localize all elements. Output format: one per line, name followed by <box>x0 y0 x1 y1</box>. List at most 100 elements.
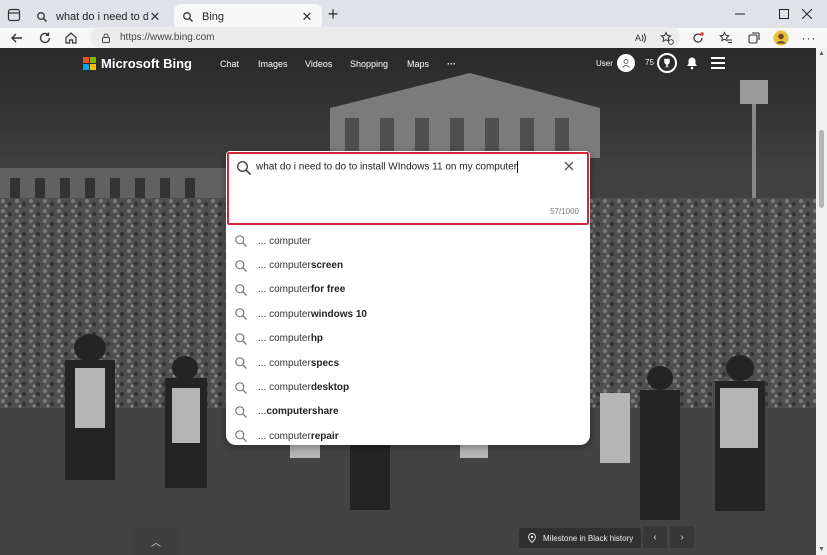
refresh-page-icon <box>693 32 704 43</box>
suggestion-list: ... computer ... computer screen ... com… <box>226 229 590 449</box>
suggestion-prefix: ... <box>258 406 267 418</box>
address-bar[interactable]: https://www.bing.com <box>90 27 680 48</box>
suggestion-item[interactable]: ... computershare <box>226 400 590 424</box>
clear-icon[interactable] <box>563 160 575 172</box>
minimize-button[interactable] <box>720 0 760 28</box>
collections-button[interactable] <box>745 29 763 47</box>
close-tab-icon[interactable]: ✕ <box>148 9 162 24</box>
microsoft-logo-icon <box>83 56 97 71</box>
copilot-button[interactable] <box>689 29 707 47</box>
nav-images[interactable]: Images <box>258 59 288 69</box>
tab-title: what do i need to do to install W <box>56 11 148 23</box>
search-dropdown: what do i need to do to install WIndows … <box>226 151 590 445</box>
nav-more[interactable]: ··· <box>447 59 456 69</box>
expand-feed-button[interactable]: ︿ <box>132 528 180 555</box>
suggestion-prefix: ... computer <box>258 235 311 247</box>
suggestion-bold: computershare <box>266 406 339 418</box>
suggestion-item[interactable]: ... computer desktop <box>226 375 590 399</box>
bing-homepage: Microsoft Bing Chat Images Videos Shoppi… <box>0 48 827 555</box>
suggestion-item[interactable]: ... computer hp <box>226 327 590 351</box>
nav-chat[interactable]: Chat <box>220 59 239 69</box>
favorites-button[interactable] <box>717 29 735 47</box>
suggestion-item[interactable]: ... computer for free <box>226 278 590 302</box>
suggestion-item[interactable]: ... computer windows 10 <box>226 302 590 326</box>
search-icon <box>235 357 247 370</box>
back-button[interactable] <box>8 29 26 47</box>
chevron-left-icon: ‹ <box>653 531 657 543</box>
location-pin-icon <box>528 533 536 543</box>
favorites-icon <box>719 31 732 43</box>
read-aloud-button[interactable]: A <box>632 29 650 47</box>
scrollbar-thumb[interactable] <box>819 130 824 208</box>
suggestion-prefix: ... computer <box>258 333 311 345</box>
suggestion-bold: hp <box>310 333 324 345</box>
suggestion-bold: repair <box>310 430 339 442</box>
suggestion-item[interactable]: ... computer screen <box>226 253 590 277</box>
tab-actions-icon[interactable] <box>6 7 22 23</box>
search-input[interactable]: what do i need to do to install WIndows … <box>227 152 589 225</box>
suggestion-item[interactable]: ... computer <box>226 229 590 253</box>
scroll-down-arrow-icon[interactable]: ▼ <box>818 546 825 553</box>
search-icon <box>235 284 247 296</box>
suggestion-prefix: ... computer <box>258 430 311 442</box>
tab-bar: what do i need to do to install W ✕ Bing… <box>0 0 827 30</box>
user-label: User <box>596 58 613 68</box>
suggestion-bold: specs <box>310 357 340 369</box>
suggestion-bold: windows 10 <box>310 308 367 320</box>
suggestion-prefix: ... computer <box>258 357 311 369</box>
add-favorite-button[interactable] <box>658 29 676 47</box>
read-aloud-icon: A <box>635 33 646 43</box>
user-avatar-icon <box>616 54 635 72</box>
refresh-icon <box>39 32 51 44</box>
suggestion-item[interactable]: ... computer repair <box>226 424 590 448</box>
suggestion-item[interactable]: ... computer specs <box>226 351 590 375</box>
sign-in-button[interactable]: User <box>596 54 635 72</box>
back-arrow-icon <box>11 33 22 43</box>
more-dots-icon: ··· <box>801 31 817 45</box>
rewards-count: 75 <box>645 58 654 67</box>
scroll-up-arrow-icon[interactable]: ▲ <box>818 50 825 57</box>
search-favicon-icon <box>37 12 47 22</box>
page-scrollbar[interactable]: ▲ ▼ <box>816 48 827 555</box>
text-caret <box>517 161 519 173</box>
refresh-button[interactable] <box>36 29 54 47</box>
browser-toolbar: https://www.bing.com A ··· <box>0 27 827 48</box>
url-text: https://www.bing.com <box>120 32 215 43</box>
close-window-button[interactable] <box>787 0 827 28</box>
lock-icon[interactable] <box>100 32 112 44</box>
next-image-button[interactable]: › <box>670 526 694 548</box>
microsoft-bing-logo[interactable]: Microsoft Bing <box>83 56 192 71</box>
search-icon <box>235 406 247 418</box>
more-menu-button[interactable]: ··· <box>800 29 818 47</box>
image-info-link[interactable]: Milestone in Black history <box>519 528 642 548</box>
svg-text:A: A <box>635 33 641 43</box>
suggestion-prefix: ... computer <box>258 284 311 296</box>
hamburger-menu-icon[interactable] <box>711 57 725 69</box>
tab-title: Bing <box>202 11 225 23</box>
nav-shopping[interactable]: Shopping <box>350 59 388 69</box>
search-icon <box>236 160 252 176</box>
close-tab-icon[interactable]: ✕ <box>300 9 314 24</box>
character-count: 57/1000 <box>550 207 579 216</box>
nav-maps[interactable]: Maps <box>407 59 429 69</box>
chevron-up-icon: ︿ <box>151 538 161 549</box>
collections-icon <box>748 32 760 44</box>
rewards-trophy-icon[interactable] <box>657 53 677 73</box>
brand-name: Microsoft Bing <box>101 56 192 71</box>
suggestion-prefix: ... computer <box>258 308 311 320</box>
nav-videos[interactable]: Videos <box>305 59 332 69</box>
search-icon <box>235 381 247 394</box>
previous-image-button[interactable]: ‹ <box>643 526 667 548</box>
minimize-icon <box>735 13 745 15</box>
chevron-right-icon: › <box>680 531 684 543</box>
profile-button[interactable] <box>772 29 790 47</box>
notifications-bell-icon[interactable] <box>686 56 698 70</box>
query-value: what do i need to do to install WIndows … <box>256 161 518 173</box>
home-button[interactable] <box>62 29 80 47</box>
search-icon <box>235 332 247 345</box>
search-icon <box>235 259 247 272</box>
image-caption: Milestone in Black history <box>543 533 634 543</box>
new-tab-button[interactable]: + <box>325 5 341 23</box>
suggestion-bold: for free <box>310 284 346 296</box>
star-add-icon <box>660 31 674 45</box>
